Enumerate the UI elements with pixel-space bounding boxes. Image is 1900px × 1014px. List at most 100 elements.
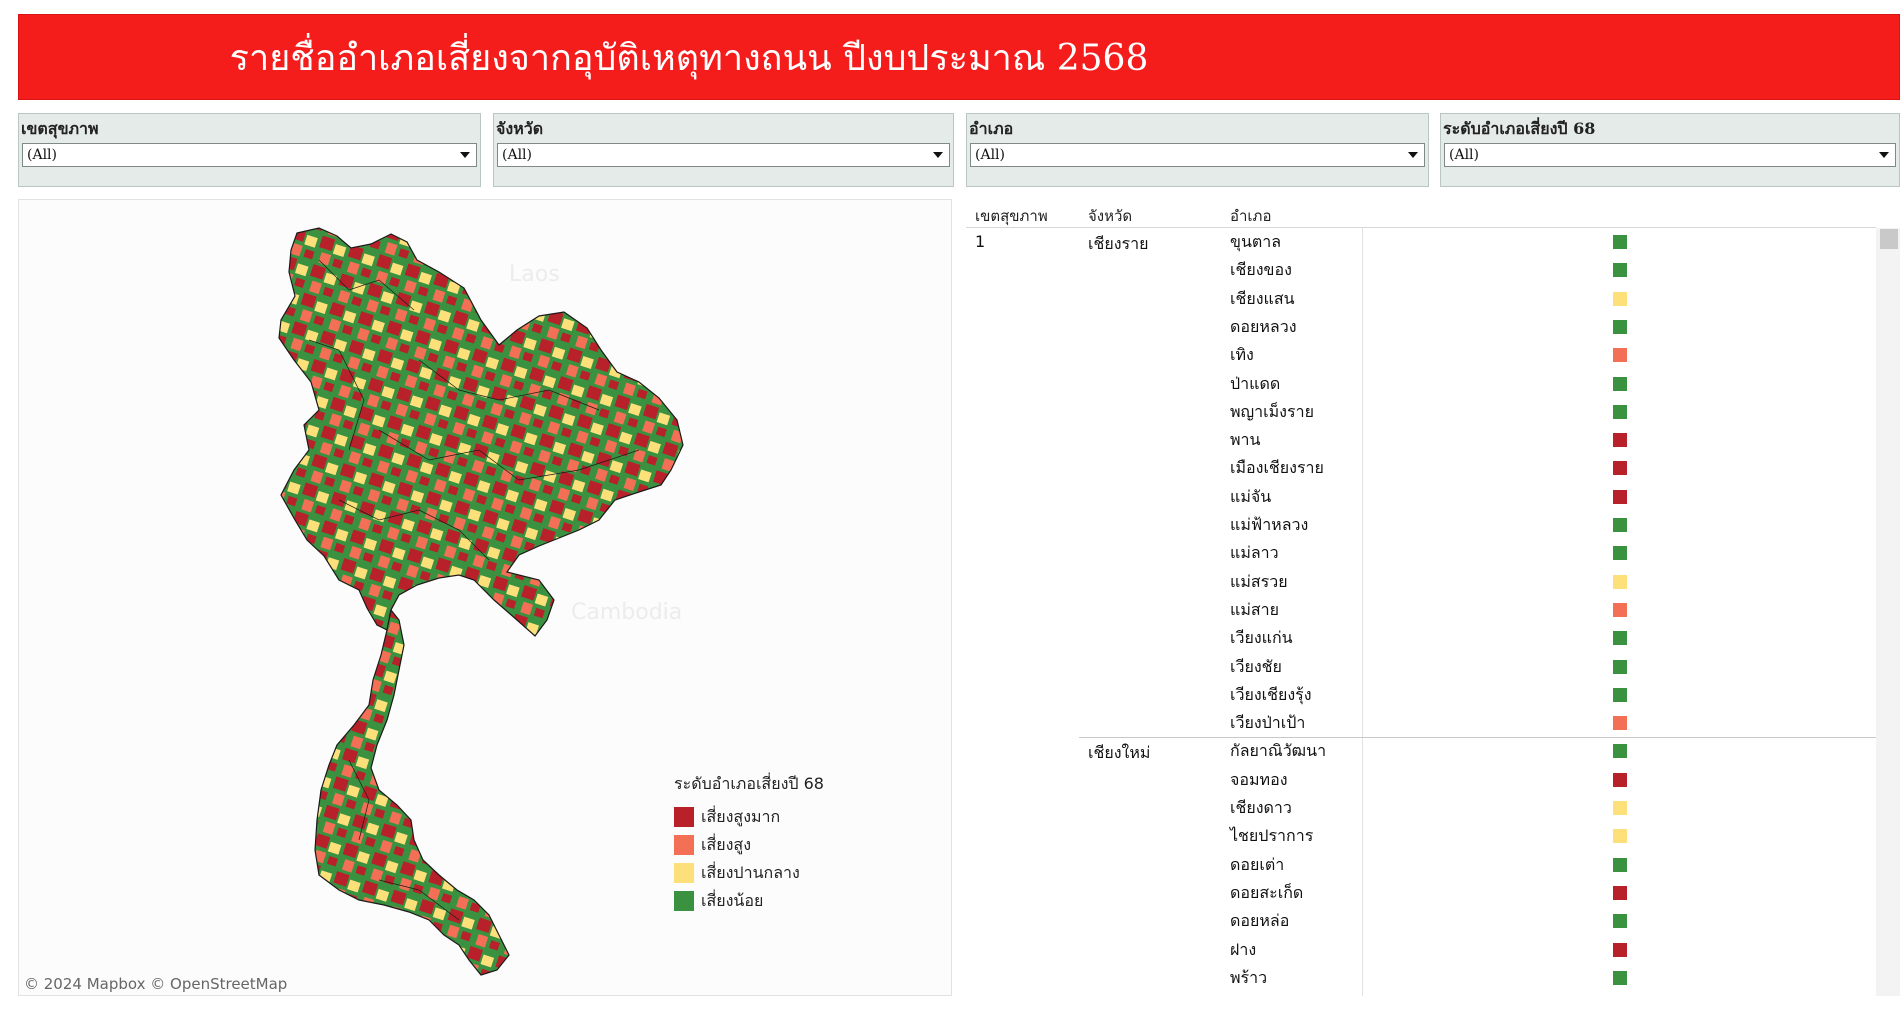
risk-map[interactable]: Laos Cambodia ระดับอำเภอเสี่ยงปี 68 เสี่… xyxy=(18,199,952,996)
risk-level-mark[interactable] xyxy=(1613,404,1627,419)
risk-level-mark[interactable] xyxy=(1613,263,1627,278)
district-cell: เชียงดาว xyxy=(1230,798,1292,817)
district-cell: จอมทอง xyxy=(1230,769,1288,789)
district-cell: ฝาง xyxy=(1230,939,1257,959)
risk-level-dropdown[interactable]: (All) xyxy=(1444,143,1896,167)
group-separator xyxy=(1079,736,1876,738)
risk-level-mark[interactable] xyxy=(1613,970,1627,985)
province-cell: เชียงใหม่ xyxy=(1088,743,1151,763)
caret-down-icon xyxy=(933,152,943,158)
district-cell: ดอยสะเก็ด xyxy=(1230,882,1304,902)
map-attribution[interactable]: © 2024 Mapbox © OpenStreetMap xyxy=(24,975,287,993)
filter-province: จังหวัด (All) xyxy=(493,113,954,187)
risk-level-mark[interactable] xyxy=(1613,489,1627,504)
district-cell: ดอยหลวง xyxy=(1230,316,1297,336)
risk-level-mark[interactable] xyxy=(1613,801,1627,815)
district-cell: พญาเม็งราย xyxy=(1230,401,1314,421)
risk-level-mark[interactable] xyxy=(1613,235,1627,249)
district-cell: เวียงป่าเป้า xyxy=(1230,713,1306,733)
filter-health-region: เขตสุขภาพ (All) xyxy=(18,113,481,187)
map-legend: ระดับอำเภอเสี่ยงปี 68 เสี่ยงสูงมาก เสี่ย… xyxy=(674,772,824,915)
risk-level-mark[interactable] xyxy=(1613,574,1627,589)
risk-level-mark[interactable] xyxy=(1613,744,1627,759)
filter-label: เขตสุขภาพ xyxy=(21,119,99,138)
table-body: 1 เชียงราย ขุนตาล เชียงของ เชียงแสน ดอยหลวง เท… xyxy=(966,228,1876,996)
legend-label: เสี่ยงปานกลาง xyxy=(701,862,800,882)
risk-level-mark[interactable] xyxy=(1613,687,1627,702)
district-cell: ป่าแดด xyxy=(1230,373,1281,393)
risk-level-mark[interactable] xyxy=(1613,546,1627,561)
legend-item[interactable]: เสี่ยงน้อย xyxy=(674,887,824,915)
district-cell: พาน xyxy=(1230,430,1261,450)
risk-level-mark[interactable] xyxy=(1613,602,1627,617)
district-cell: กัลยาณิวัฒนา xyxy=(1230,741,1327,761)
dropdown-value: (All) xyxy=(502,147,532,163)
legend-label: เสี่ยงสูงมาก xyxy=(701,806,781,826)
filter-label: อำเภอ xyxy=(969,119,1014,138)
district-cell: เวียงเชียงรุ้ง xyxy=(1230,684,1312,704)
risk-level-mark[interactable] xyxy=(1613,885,1627,900)
district-cell: ดอยเต่า xyxy=(1230,854,1285,874)
page-title: รายชื่ออำเภอเสี่ยงจากอุบัติเหตุทางถนน ปี… xyxy=(229,37,1149,79)
table-scrollbar[interactable] xyxy=(1876,228,1900,996)
risk-level-mark[interactable] xyxy=(1613,376,1627,391)
legend-title: ระดับอำเภอเสี่ยงปี 68 xyxy=(674,774,824,793)
legend-item[interactable]: เสี่ยงสูง xyxy=(674,831,824,859)
dropdown-value: (All) xyxy=(975,147,1005,163)
thailand-outline-north xyxy=(278,227,684,637)
district-cell: เมืองเชียงราย xyxy=(1230,458,1324,478)
province-dropdown[interactable]: (All) xyxy=(497,143,950,167)
district-cell: เชียงแสน xyxy=(1230,288,1295,308)
scrollbar-thumb[interactable] xyxy=(1880,229,1898,249)
legend-item[interactable]: เสี่ยงสูงมาก xyxy=(674,803,824,831)
district-cell: เวียงแก่น xyxy=(1230,628,1293,648)
caret-down-icon xyxy=(1408,152,1418,158)
thailand-outline-south xyxy=(314,608,510,976)
filter-label: ระดับอำเภอเสี่ยงปี 68 xyxy=(1443,119,1596,138)
legend-label: เสี่ยงน้อย xyxy=(701,890,764,910)
risk-level-mark[interactable] xyxy=(1613,857,1627,872)
risk-level-mark[interactable] xyxy=(1613,433,1627,448)
risk-level-mark[interactable] xyxy=(1613,659,1627,674)
district-cell: แม่จัน xyxy=(1230,486,1272,506)
risk-level-mark[interactable] xyxy=(1613,319,1627,334)
risk-level-mark[interactable] xyxy=(1613,631,1627,646)
caret-down-icon xyxy=(460,152,470,158)
caret-down-icon xyxy=(1879,152,1889,158)
risk-level-mark[interactable] xyxy=(1613,829,1627,844)
column-header-province[interactable]: จังหวัด xyxy=(1088,204,1132,228)
legend-swatch xyxy=(674,891,694,911)
risk-level-mark[interactable] xyxy=(1613,942,1627,957)
filter-risk-level: ระดับอำเภอเสี่ยงปี 68 (All) xyxy=(1440,113,1900,187)
dropdown-value: (All) xyxy=(27,147,57,163)
column-header-region[interactable]: เขตสุขภาพ xyxy=(975,204,1048,228)
risk-level-mark[interactable] xyxy=(1613,461,1627,476)
table-header: เขตสุขภาพ จังหวัด อำเภอ xyxy=(966,199,1876,228)
risk-level-mark[interactable] xyxy=(1613,914,1627,929)
legend-swatch xyxy=(674,863,694,883)
column-divider xyxy=(1362,228,1363,996)
legend-item[interactable]: เสี่ยงปานกลาง xyxy=(674,859,824,887)
filter-label: จังหวัด xyxy=(496,119,544,138)
province-cell: เชียงราย xyxy=(1088,234,1149,253)
district-cell: แม่สรวย xyxy=(1230,571,1288,591)
district-cell: ดอยหล่อ xyxy=(1230,911,1290,931)
health-region-dropdown[interactable]: (All) xyxy=(22,143,477,167)
district-dropdown[interactable]: (All) xyxy=(970,143,1425,167)
district-cell: แม่ฟ้าหลวง xyxy=(1230,515,1309,534)
risk-level-mark[interactable] xyxy=(1613,772,1627,787)
district-cell: เชียงของ xyxy=(1230,260,1292,280)
risk-level-mark[interactable] xyxy=(1613,518,1627,532)
risk-level-mark[interactable] xyxy=(1613,348,1627,363)
risk-level-mark[interactable] xyxy=(1613,291,1627,306)
district-cell: เวียงชัย xyxy=(1230,656,1282,676)
district-cell: แม่ลาว xyxy=(1230,543,1279,563)
district-cell: แม่สาย xyxy=(1230,599,1279,619)
district-cell: พร้าว xyxy=(1230,967,1268,987)
legend-swatch xyxy=(674,807,694,827)
column-header-district[interactable]: อำเภอ xyxy=(1230,204,1271,228)
risk-level-mark[interactable] xyxy=(1613,716,1627,731)
dropdown-value: (All) xyxy=(1449,147,1479,163)
legend-swatch xyxy=(674,835,694,855)
district-cell: ไชยปราการ xyxy=(1230,826,1314,846)
